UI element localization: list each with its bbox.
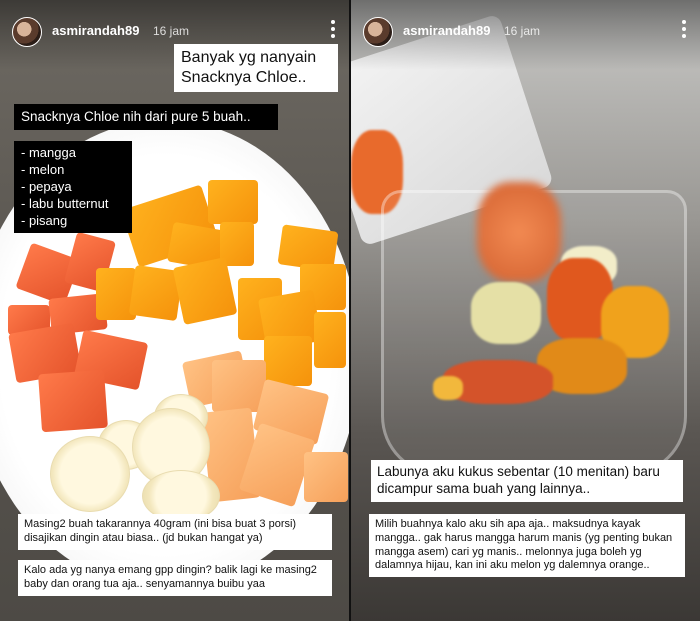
steaming-caption: Labunya aku kukus sebentar (10 menitan) …	[371, 460, 683, 502]
mango-piece	[208, 180, 258, 224]
more-options-icon[interactable]	[331, 20, 335, 41]
fruit-list-item: - pepaya	[21, 178, 72, 194]
papaya-piece	[38, 369, 108, 433]
username[interactable]: asmirandah89	[52, 23, 139, 38]
fruit-list: - mangga - melon - pepaya - labu buttern…	[14, 141, 132, 234]
story-right[interactable]: asmirandah89 16 jam Labunya aku kukus se…	[351, 0, 700, 621]
choosing-caption: Milih buahnya kalo aku sih apa aja.. mak…	[369, 514, 685, 577]
falling-papaya	[477, 182, 561, 282]
story-left[interactable]: asmirandah89 16 jam Banyak yg nanyain Sn…	[0, 0, 349, 621]
fruit-list-item: - pisang	[21, 212, 68, 228]
melon-chunk	[433, 376, 463, 400]
title-line-1: Banyak yg nanyain	[181, 49, 317, 66]
fruit-list-item: - mangga	[21, 145, 76, 160]
title-line-2: Snacknya Chloe..	[181, 69, 307, 86]
post-time: 16 jam	[504, 24, 541, 38]
mango-piece	[172, 257, 238, 325]
avatar[interactable]	[363, 17, 393, 47]
post-time: 16 jam	[153, 24, 190, 38]
mango-piece	[314, 312, 346, 368]
portion-caption: Masing2 buah takarannya 40gram (ini bisa…	[18, 514, 332, 550]
banana-slice	[50, 436, 130, 512]
stories-screen: asmirandah89 16 jam Banyak yg nanyain Sn…	[0, 0, 700, 621]
melon-piece	[304, 452, 348, 502]
mango-piece	[264, 336, 312, 386]
subtitle-caption: Snacknya Chloe nih dari pure 5 buah..	[14, 104, 278, 130]
username[interactable]: asmirandah89	[403, 23, 490, 38]
fruit-list-item: - labu butternut	[21, 195, 109, 211]
cold-caption: Kalo ada yg nanya emang gpp dingin? bali…	[18, 560, 332, 596]
more-options-icon[interactable]	[682, 20, 686, 41]
avatar[interactable]	[12, 17, 42, 47]
banana-chunk	[471, 282, 541, 344]
fruit-list-item: - melon	[21, 161, 65, 177]
title-caption: Banyak yg nanyain Snacknya Chloe..	[174, 44, 338, 92]
